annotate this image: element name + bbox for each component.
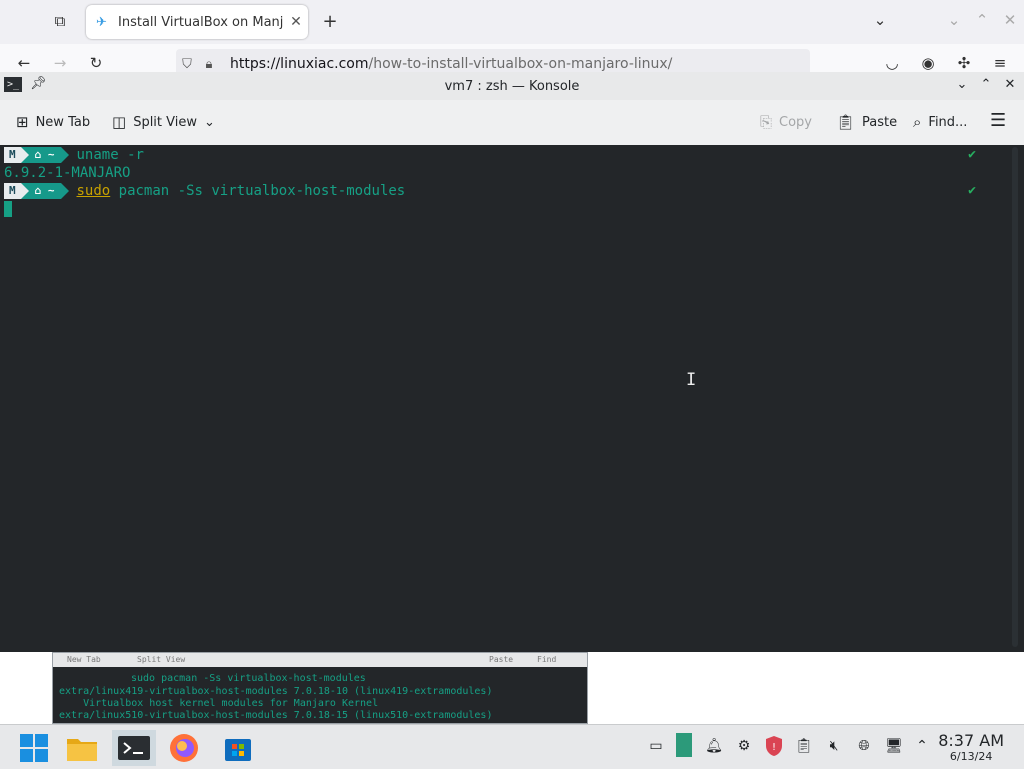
copy-button[interactable]: ⎘ Copy (760, 113, 812, 131)
tab-list-icon[interactable]: ⧉ (48, 12, 72, 30)
network-share-icon[interactable]: ⚙ (734, 738, 754, 754)
window-minimize-icon[interactable]: ⌄ (942, 11, 966, 29)
clipboard-monitor-icon[interactable] (674, 731, 694, 763)
success-check-icon: ✔ (968, 183, 976, 198)
manjaro-logo-icon: M (4, 147, 21, 163)
konsole-toolbar: ⊞ New Tab ◫ Split View ⌄ ⎘ Copy 📋︎ Paste… (0, 100, 1024, 146)
window-maximize-icon[interactable]: ⌃ (970, 11, 994, 29)
text-cursor-ibeam-icon: I (686, 370, 697, 390)
window-close-icon[interactable]: ✕ (998, 11, 1022, 29)
thumb-find: Find (537, 655, 557, 664)
konsole-app-icon[interactable]: >_ (4, 77, 22, 92)
find-button[interactable]: ⌕ Find... (913, 113, 967, 131)
pocket-icon[interactable]: ◡ (880, 54, 904, 72)
firefox-taskbar-button[interactable] (166, 730, 202, 766)
hamburger-menu-button[interactable]: ☰ (990, 110, 1006, 131)
lock-icon[interactable]: 🔒︎ (198, 57, 220, 72)
thumb-out-2: Virtualbox host kernel modules for Manja… (59, 698, 379, 709)
thumb-new-tab: New Tab (67, 655, 101, 664)
thumb-out-1: extra/linux419-virtualbox-host-modules 7… (59, 686, 493, 697)
new-tab-button[interactable]: ⊞ New Tab (16, 113, 90, 131)
window-title: vm7 : zsh — Konsole (444, 78, 580, 94)
clock[interactable]: 8:37 AM 6/13/24 (938, 731, 1004, 764)
microsoft-store-icon (225, 739, 251, 761)
tray-expand-chevron-icon[interactable]: ⌃ (912, 738, 932, 754)
url-text: https://linuxiac.com/how-to-install-virt… (230, 56, 673, 72)
thumb-cmd: sudo pacman -Ss virtualbox-host-modules (131, 673, 366, 684)
folder-icon (67, 739, 97, 761)
new-tab-label: New Tab (35, 114, 91, 130)
clipboard-icon[interactable]: 📋︎ (794, 738, 814, 754)
extensions-icon[interactable]: ✣ (952, 54, 976, 72)
article-screenshot-image: New Tab Split View Paste Find sudo pacma… (52, 652, 588, 724)
thumbnail-toolbar: New Tab Split View Paste Find (53, 653, 587, 667)
list-all-tabs-chevron-icon[interactable]: ⌄ (868, 11, 892, 29)
display-icon[interactable]: 🖥︎ (884, 738, 904, 754)
copy-icon: ⎘ (760, 113, 773, 131)
command-text: sudo pacman -Ss virtualbox-host-modules (76, 183, 406, 199)
back-arrow-icon[interactable]: ← (12, 54, 36, 72)
browser-tab-active[interactable]: ✈ Install VirtualBox on Manj ✕ (86, 5, 308, 39)
clock-time: 8:37 AM (938, 731, 1004, 750)
linuxiac-favicon-icon: ✈ (96, 14, 107, 30)
konsole-taskbar-button[interactable] (112, 730, 156, 766)
paste-button[interactable]: 📋︎ Paste (836, 113, 897, 131)
konsole-titlebar[interactable]: >_ 📌︎ vm7 : zsh — Konsole ⌄ ⌃ ✕ (0, 72, 1024, 100)
thumb-paste: Paste (489, 655, 514, 664)
terminal-line-3: M ⌂ ~ sudo pacman -Ss virtualbox-host-modu… (4, 182, 405, 200)
browser-tab-title: Install VirtualBox on Manj (118, 14, 284, 30)
browser-tab-bar: ⧉ ✈ Install VirtualBox on Manj ✕ + ⌄ ⌄ ⌃… (0, 0, 1024, 44)
thumb-split-view: Split View (137, 655, 186, 664)
terminal-cursor (4, 201, 12, 217)
copy-label: Copy (779, 114, 812, 130)
chevron-down-icon: ⌄ (204, 114, 215, 130)
konsole-maximize-icon[interactable]: ⌃ (976, 77, 996, 92)
terminal-area[interactable]: M ⌂ ~ uname -r ✔ 6.9.2-1-MANJARO M ⌂ ~ sudo … (0, 145, 1024, 652)
split-view-icon: ◫ (112, 113, 127, 131)
reload-icon[interactable]: ↻ (84, 54, 108, 72)
notification-bell-icon[interactable]: 🔔︎ (704, 738, 724, 754)
show-desktop-icon[interactable]: ▭ (646, 738, 666, 754)
menu-hamburger-icon[interactable]: ≡ (988, 54, 1012, 72)
command-text: uname -r (76, 147, 144, 163)
konsole-close-icon[interactable]: ✕ (1000, 77, 1020, 92)
tracking-shield-icon[interactable]: ⛉ (176, 57, 198, 72)
svg-text:!: ! (772, 742, 776, 753)
network-globe-icon[interactable]: 🌐︎ (854, 738, 874, 754)
success-check-icon: ✔ (968, 147, 976, 162)
store-taskbar-button[interactable] (220, 730, 256, 766)
split-view-label: Split View (133, 114, 197, 130)
hamburger-menu-icon: ☰ (990, 110, 1007, 131)
terminal-line-1: M ⌂ ~ uname -r (4, 146, 144, 164)
taskbar: ▭ 🔔︎ ⚙ ! 📋︎ 🔇︎ 🌐︎ 🖥︎ ⌃ 8:37 AM 6/13/24 (0, 724, 1024, 769)
start-menu-button[interactable] (16, 730, 52, 766)
firefox-icon (170, 734, 198, 762)
search-icon: ⌕ (913, 113, 922, 131)
konsole-minimize-icon[interactable]: ⌄ (952, 77, 972, 92)
terminal-icon (118, 736, 150, 760)
terminal-scrollbar[interactable] (1012, 147, 1018, 647)
manjaro-logo-icon: M (4, 183, 21, 199)
thumb-out-3: extra/linux510-virtualbox-host-modules 7… (59, 710, 493, 721)
account-icon[interactable]: ◉ (916, 54, 940, 72)
close-tab-icon[interactable]: ✕ (284, 14, 308, 30)
forward-arrow-icon[interactable]: → (48, 54, 72, 72)
security-shield-icon[interactable]: ! (764, 735, 784, 761)
new-tab-plus-icon[interactable]: + (318, 11, 342, 32)
file-explorer-button[interactable] (64, 730, 100, 766)
find-label: Find... (928, 114, 968, 130)
windows-logo-icon (20, 734, 48, 762)
prompt-home-segment: ⌂ ~ (28, 147, 61, 163)
pin-icon[interactable]: 📌︎ (30, 76, 47, 91)
command-output: 6.9.2-1-MANJARO (4, 165, 131, 181)
konsole-window: >_ 📌︎ vm7 : zsh — Konsole ⌄ ⌃ ✕ ⊞ New Ta… (0, 72, 1024, 653)
paste-icon: 📋︎ (836, 113, 856, 131)
split-view-button[interactable]: ◫ Split View ⌄ (112, 113, 215, 131)
clock-date: 6/13/24 (949, 750, 993, 763)
volume-muted-icon[interactable]: 🔇︎ (824, 738, 844, 754)
paste-label: Paste (862, 114, 898, 130)
terminal-line-2: 6.9.2-1-MANJARO (4, 164, 130, 182)
prompt-home-segment: ⌂ ~ (28, 183, 61, 199)
new-tab-icon: ⊞ (16, 113, 29, 131)
